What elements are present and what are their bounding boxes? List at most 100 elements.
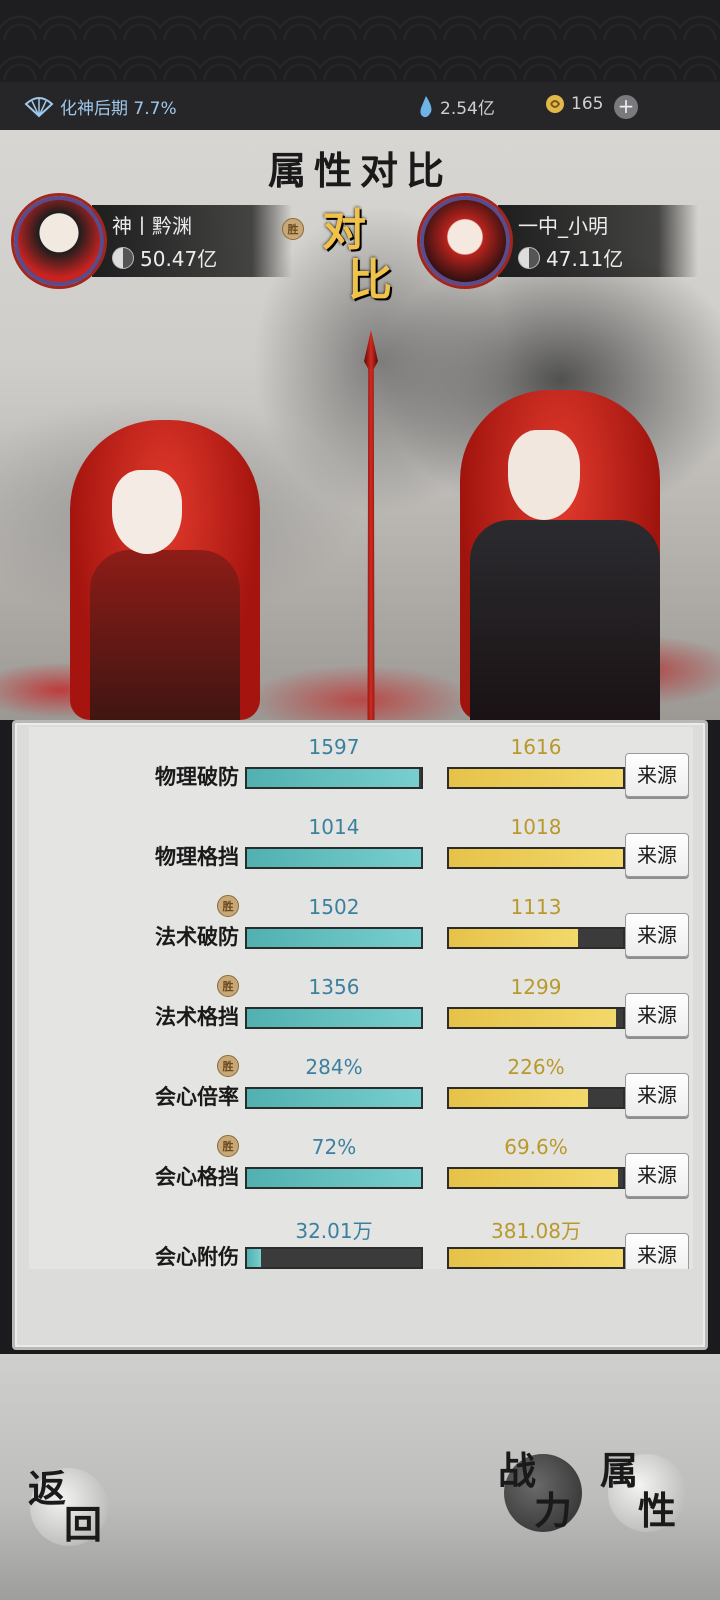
add-coin-button[interactable]: + [614, 95, 638, 119]
coin-value: 165 [571, 94, 604, 114]
stat-left-fill [247, 929, 421, 947]
back-button[interactable]: 返 回 [28, 1466, 108, 1547]
spirit-stone-value: 2.54亿 [440, 99, 495, 119]
source-button[interactable]: 来源 [625, 1233, 689, 1269]
realm-text: 化神后期 7.7% [60, 99, 177, 119]
spirit-stone-counter[interactable]: 2.54亿 [418, 94, 495, 119]
stat-left-value: 1597 [308, 735, 360, 759]
stat-left-bar [245, 1007, 423, 1029]
source-button[interactable]: 来源 [625, 913, 689, 957]
stat-label: 法术格挡 [155, 1005, 239, 1029]
player-left-power-value: 50.47亿 [140, 247, 218, 271]
combat-char-2: 力 [534, 1488, 573, 1533]
stat-right-fill [449, 1089, 589, 1107]
stat-right-value: 1113 [510, 895, 562, 919]
win-badge: 胜 [217, 975, 239, 997]
coin-icon [546, 95, 564, 113]
status-bar: 化神后期 7.7% 2.54亿 165 + [0, 82, 720, 130]
win-badge: 胜 [217, 1135, 239, 1157]
stat-left-value: 72% [311, 1135, 357, 1159]
attr-char-1: 属 [600, 1448, 639, 1493]
stat-row: 胜 法术破防 1502 1113 来源 [29, 885, 693, 965]
source-button[interactable]: 来源 [625, 833, 689, 877]
page-title: 属性对比 [267, 148, 452, 193]
stat-right-fill [449, 769, 623, 787]
stat-left-value: 1014 [308, 815, 360, 839]
source-button[interactable]: 来源 [625, 1153, 689, 1197]
source-button[interactable]: 来源 [625, 753, 689, 797]
stat-label: 法术破防 [155, 925, 239, 949]
stat-left-value: 284% [305, 1055, 363, 1079]
stat-right-bar [447, 1007, 625, 1029]
combat-char-1: 战 [498, 1448, 537, 1493]
right-character-face [508, 430, 580, 520]
realm-indicator[interactable]: 化神后期 7.7% [24, 94, 177, 119]
stat-left-value: 1502 [308, 895, 360, 919]
stat-right-bar [447, 767, 625, 789]
attr-char-2: 性 [638, 1488, 677, 1533]
vs-text-bottom: 比 [348, 255, 392, 306]
top-decoration [0, 0, 720, 82]
comparison-scene: 属性对比 神丨黔渊 50.47亿 胜 对 比 一中_小明 47.11亿 [0, 130, 720, 720]
stat-label: 物理破防 [155, 765, 239, 789]
stat-right-value: 1018 [510, 815, 562, 839]
stat-left-value: 32.01万 [295, 1219, 373, 1243]
stat-left-bar [245, 927, 423, 949]
win-badge: 胜 [217, 1055, 239, 1077]
player-left-avatar[interactable] [14, 196, 104, 286]
player-left-power: 50.47亿 [112, 243, 292, 272]
stat-left-bar [245, 767, 423, 789]
player-left-win-badge: 胜 [282, 218, 304, 240]
stat-row: 胜 会心倍率 284% 226% 来源 [29, 1045, 693, 1125]
stat-label: 会心附伤 [155, 1245, 239, 1269]
stat-right-fill [449, 1169, 618, 1187]
stat-right-fill [449, 1249, 623, 1267]
stat-right-value: 381.08万 [491, 1219, 581, 1243]
player-left-card[interactable]: 神丨黔渊 50.47亿 [14, 196, 304, 286]
stat-right-bar [447, 847, 625, 869]
stat-right-fill [449, 1009, 617, 1027]
stats-list[interactable]: 物理破防 1597 1616 来源 物理格挡 1014 1018 来源 胜 法术… [29, 727, 693, 1269]
combat-power-button[interactable]: 战 力 [498, 1448, 582, 1533]
yin-yang-icon [112, 246, 134, 269]
stat-label: 物理格挡 [155, 845, 239, 869]
stat-label: 会心倍率 [155, 1085, 239, 1109]
stat-left-bar [245, 847, 423, 869]
player-right-avatar[interactable] [420, 196, 510, 286]
stat-label: 会心格挡 [155, 1165, 239, 1189]
coin-counter[interactable]: 165 [545, 94, 603, 114]
stat-right-value: 69.6% [504, 1135, 568, 1159]
bottom-bar: 返 回 战 力 属 性 [0, 1354, 720, 1600]
stat-row: 胜 法术格挡 1356 1299 来源 [29, 965, 693, 1045]
stat-right-value: 1299 [510, 975, 562, 999]
stat-left-value: 1356 [308, 975, 360, 999]
stat-row: 胜 会心格挡 72% 69.6% 来源 [29, 1125, 693, 1205]
player-right-card[interactable]: 一中_小明 47.11亿 [420, 196, 710, 286]
player-right-power-value: 47.11亿 [546, 247, 624, 271]
stat-right-bar [447, 1167, 625, 1189]
right-character-body [470, 520, 660, 720]
win-badge: 胜 [217, 895, 239, 917]
source-button[interactable]: 来源 [625, 993, 689, 1037]
yin-yang-icon [518, 246, 540, 269]
left-character-face [112, 470, 182, 554]
player-right-power: 47.11亿 [518, 243, 698, 272]
left-character-body [90, 550, 240, 720]
stat-left-fill [247, 1169, 421, 1187]
stats-panel: 物理破防 1597 1616 来源 物理格挡 1014 1018 来源 胜 法术… [12, 720, 708, 1350]
stat-left-fill [247, 1089, 421, 1107]
stat-right-bar [447, 927, 625, 949]
stat-right-fill [449, 849, 623, 867]
stat-left-fill [247, 769, 420, 787]
stat-left-bar [245, 1167, 423, 1189]
stat-right-value: 1616 [510, 735, 562, 759]
water-drop-icon [420, 95, 432, 117]
stat-left-bar [245, 1247, 423, 1269]
stat-right-value: 226% [507, 1055, 565, 1079]
stat-right-fill [449, 929, 578, 947]
attribute-button[interactable]: 属 性 [600, 1448, 686, 1533]
source-button[interactable]: 来源 [625, 1073, 689, 1117]
player-right-name: 一中_小明 [518, 214, 608, 238]
stat-right-bar [447, 1247, 625, 1269]
player-left-info: 神丨黔渊 50.47亿 [92, 205, 292, 277]
